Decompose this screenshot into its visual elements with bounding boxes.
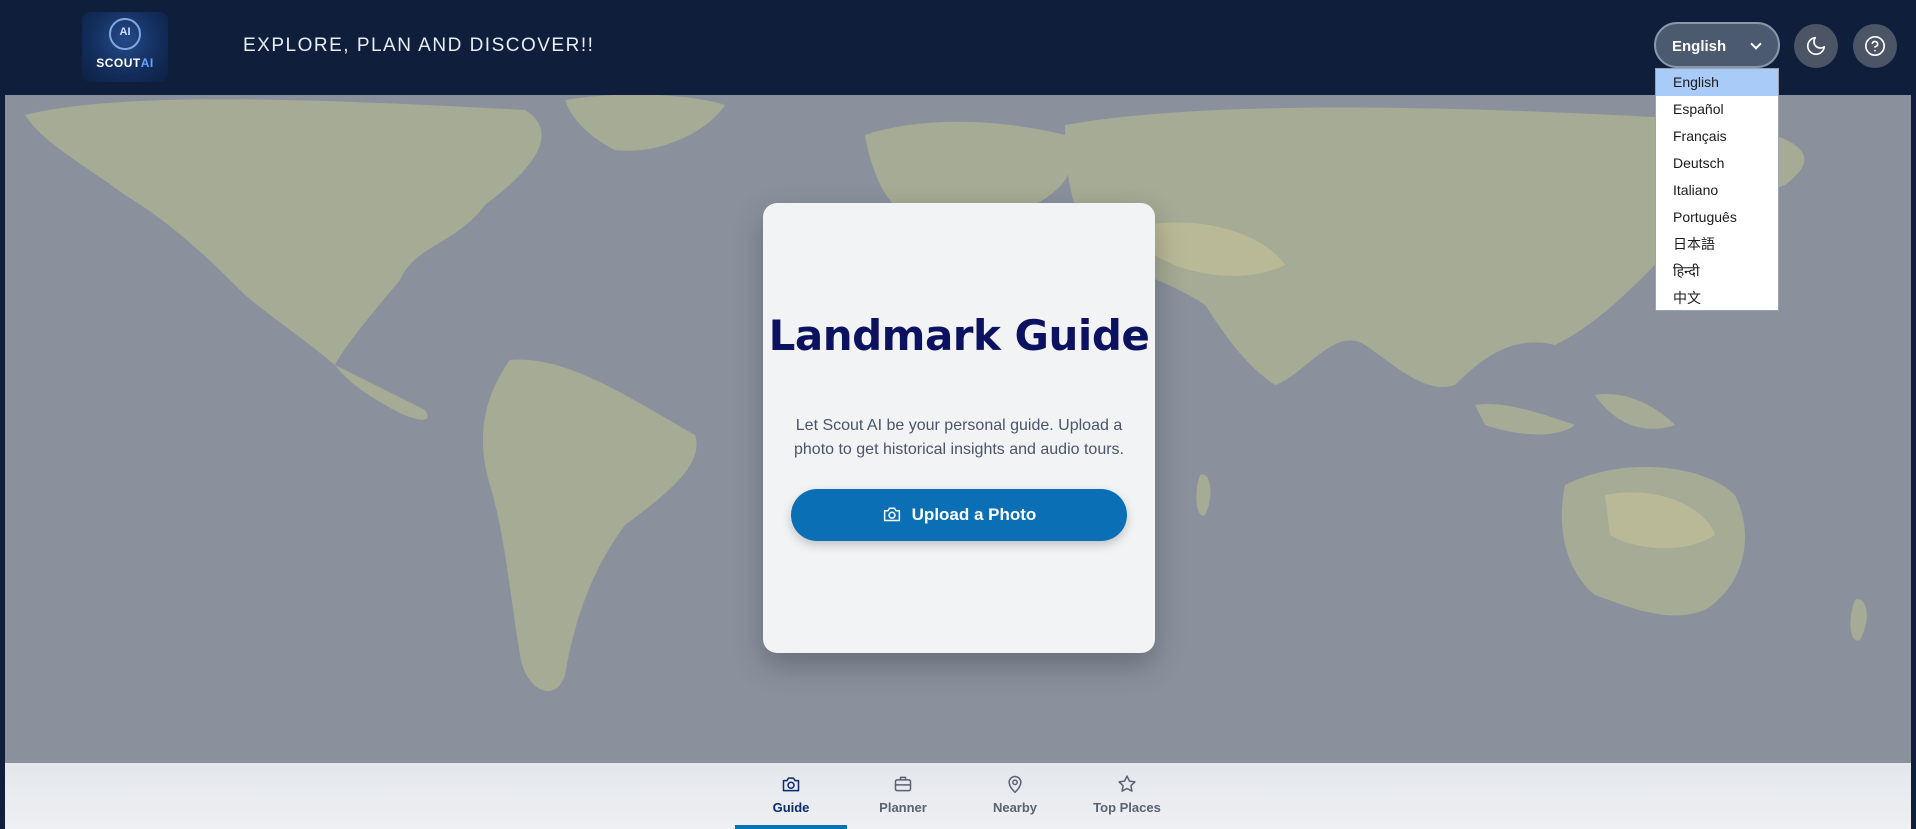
language-option[interactable]: English [1656,69,1778,96]
language-option[interactable]: Français [1656,123,1778,150]
landmark-guide-card: Landmark Guide Let Scout AI be your pers… [763,203,1155,653]
nav-top-places-label: Top Places [1093,800,1161,815]
upload-photo-label: Upload a Photo [911,505,1037,524]
language-option[interactable]: Deutsch [1656,150,1778,177]
nav-guide-label: Guide [772,800,810,815]
language-option[interactable]: Español [1656,96,1778,123]
briefcase-icon [894,776,912,792]
right-edge [1911,95,1916,829]
card-title: Landmark Guide [768,311,1150,360]
question-icon [1865,36,1885,56]
help-button[interactable] [1853,24,1897,68]
language-select[interactable]: English [1654,22,1780,68]
map-pin-icon [1008,775,1022,794]
upload-photo-button[interactable]: Upload a Photo [791,489,1127,541]
nav-planner[interactable]: Planner [847,763,959,829]
star-icon [1118,775,1136,792]
language-option[interactable]: 日本語 [1656,231,1778,258]
theme-toggle-button[interactable] [1794,24,1838,68]
nav-top-places[interactable]: Top Places [1071,763,1183,829]
language-select-value: English [1672,38,1727,55]
nav-planner-label: Planner [879,800,927,815]
nav-nearby-label: Nearby [992,800,1038,815]
language-option[interactable]: 中文 [1656,285,1778,312]
logo-badge: AI [119,26,131,38]
logo-name: SCOUTAI [96,56,154,70]
bottom-navigation: Guide Planner Nearby Top Places [5,763,1911,829]
top-header: AI SCOUTAI EXPLORE, PLAN AND DISCOVER!! … [0,0,1916,95]
nav-nearby[interactable]: Nearby [959,763,1071,829]
language-option[interactable]: हिन्दी [1656,258,1778,285]
nav-guide[interactable]: Guide [735,763,847,829]
header-tagline: EXPLORE, PLAN AND DISCOVER!! [243,35,595,56]
language-dropdown: English Español Français Deutsch Italian… [1655,68,1779,311]
camera-icon [782,777,800,792]
moon-icon [1806,36,1826,56]
card-description: Let Scout AI be your personal guide. Upl… [794,417,1124,458]
language-option[interactable]: Italiano [1656,177,1778,204]
language-option[interactable]: Português [1656,204,1778,231]
scout-ai-logo[interactable]: AI SCOUTAI [82,12,168,82]
chevron-down-icon [1750,38,1762,50]
camera-icon [883,507,900,522]
